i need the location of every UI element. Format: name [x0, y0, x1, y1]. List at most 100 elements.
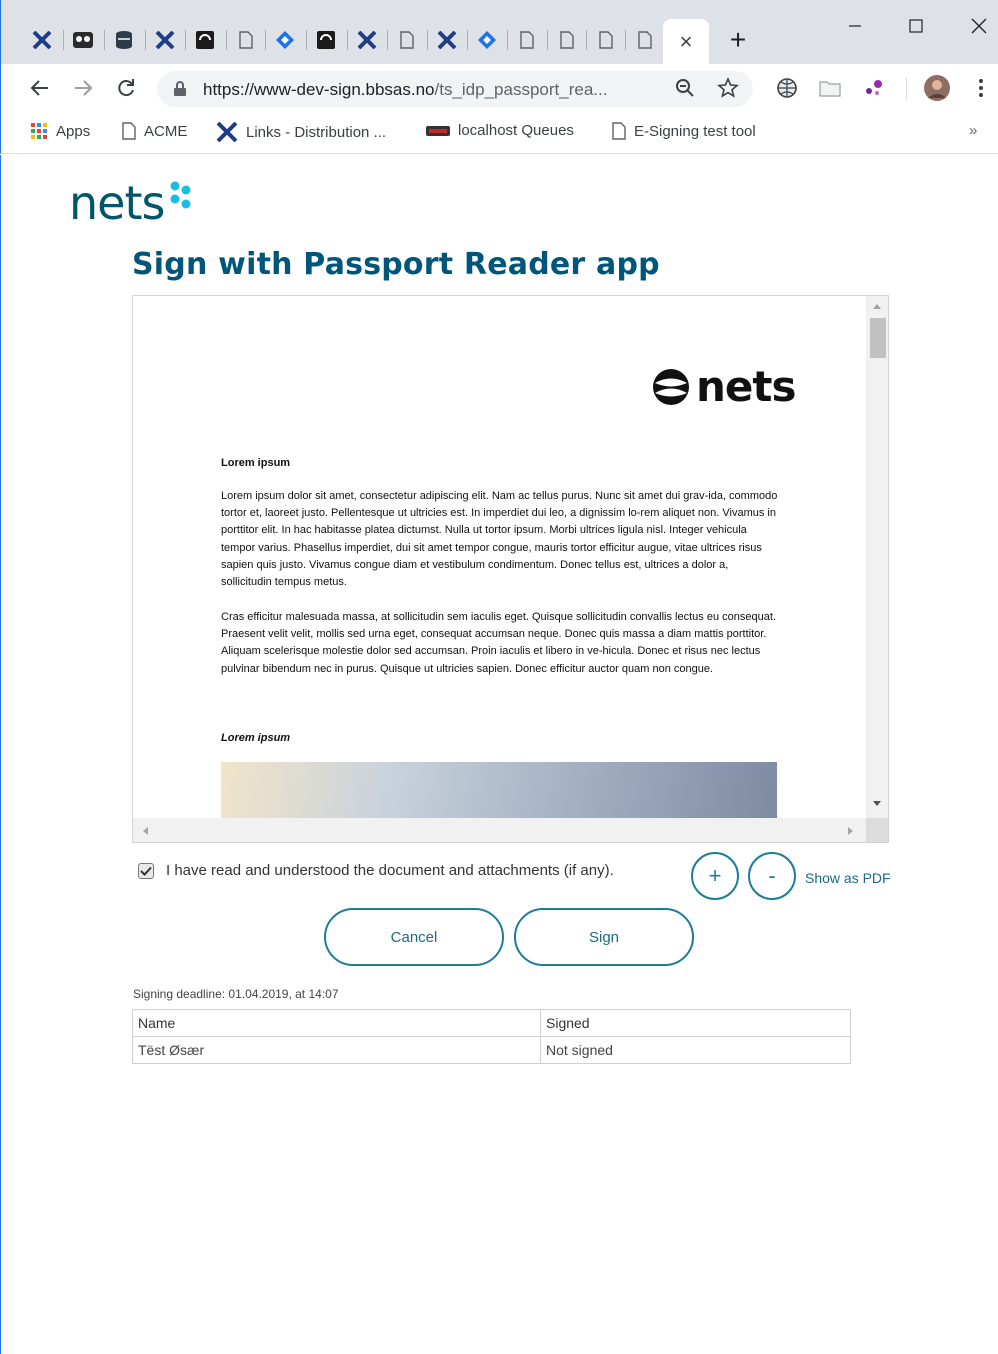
signer-name: Tëst Øsær — [132, 1036, 541, 1064]
x-logo-icon — [357, 31, 377, 49]
tab-strip: × + — [0, 0, 998, 64]
bookmarks-bar: Apps ACME Links - Distribution ... local… — [0, 112, 998, 154]
consent-checkbox[interactable] — [138, 862, 154, 879]
extension-folder[interactable] — [816, 74, 844, 102]
x-logo-icon — [437, 31, 457, 49]
tab-page-5[interactable] — [594, 27, 618, 53]
url-text[interactable]: https://www-dev-sign.bbsas.no/ts_idp_pas… — [203, 80, 607, 100]
kebab-menu-icon — [979, 79, 983, 97]
bookmark-apps[interactable]: Apps — [30, 122, 90, 140]
extension-globe[interactable] — [773, 74, 801, 102]
minimize-button[interactable] — [835, 10, 875, 42]
document-page: nets Lorem ipsum Lorem ipsum dolor sit a… — [133, 296, 866, 818]
folder-icon — [819, 81, 841, 97]
table-row: Tëst Øsær Not signed — [132, 1036, 851, 1064]
tab-page-3[interactable] — [515, 27, 539, 53]
bookmark-acme[interactable]: ACME — [122, 122, 187, 140]
star-icon — [717, 77, 739, 98]
tab-panda[interactable] — [71, 27, 95, 53]
close-icon — [971, 18, 987, 34]
panda-icon — [73, 32, 93, 48]
consent-label: I have read and understood the document … — [166, 862, 614, 879]
tab-square-dark[interactable] — [193, 27, 217, 53]
tab-x-logo-3[interactable] — [355, 27, 379, 53]
reload-button[interactable] — [112, 74, 140, 102]
document-heading-1: Lorem ipsum — [221, 457, 291, 469]
x-logo-icon — [155, 31, 175, 49]
vertical-scrollbar[interactable] — [866, 296, 888, 818]
scroll-down-icon — [873, 801, 881, 806]
arrow-right-icon — [75, 80, 93, 96]
page-icon — [560, 31, 574, 49]
signing-deadline: Signing deadline: 01.04.2019, at 14:07 — [133, 987, 339, 1001]
document-nets-logo: nets — [652, 362, 796, 411]
tab-square-dark-2[interactable] — [314, 27, 338, 53]
profile-avatar[interactable] — [923, 74, 951, 102]
x-logo-icon — [216, 122, 238, 142]
zoom-in-button[interactable]: + — [691, 852, 739, 900]
tab-page-4[interactable] — [555, 27, 579, 53]
tab-x-logo-4[interactable] — [435, 27, 459, 53]
close-window-button[interactable] — [959, 10, 998, 42]
horizontal-scrollbar[interactable] — [133, 818, 866, 842]
diamond-icon — [478, 31, 496, 49]
document-heading-2: Lorem ipsum — [221, 732, 291, 744]
bookmark-localhost-queues[interactable]: localhost Queues — [426, 122, 574, 139]
show-as-pdf-link[interactable]: Show as PDF — [805, 870, 891, 886]
zoom-icon — [676, 79, 694, 97]
page-icon — [612, 122, 626, 140]
diamond-icon — [276, 31, 294, 49]
page-content: nets Sign with Passport Reader app nets … — [0, 155, 998, 1354]
active-tab[interactable]: × — [663, 19, 709, 64]
maximize-icon — [909, 19, 923, 33]
extension-dots[interactable] — [860, 74, 888, 102]
forward-button[interactable] — [69, 74, 97, 102]
nets-logo-text: nets — [69, 176, 165, 230]
tab-page-1[interactable] — [234, 27, 258, 53]
address-bar[interactable]: https://www-dev-sign.bbsas.no/ts_idp_pas… — [157, 71, 753, 107]
tab-close-icon[interactable]: × — [680, 29, 693, 55]
browser-toolbar: https://www-dev-sign.bbsas.no/ts_idp_pas… — [0, 64, 998, 112]
arrow-left-icon — [30, 80, 48, 96]
maximize-button[interactable] — [896, 10, 936, 42]
column-header-name: Name — [132, 1009, 541, 1037]
new-tab-button[interactable]: + — [725, 26, 751, 54]
menu-button[interactable] — [967, 74, 995, 102]
bookmark-esigning-tool[interactable]: E-Signing test tool — [612, 122, 756, 140]
tab-page-6[interactable] — [633, 27, 657, 53]
tab-database[interactable] — [112, 27, 136, 53]
scroll-right-icon — [848, 827, 853, 835]
nets-swirl-icon — [653, 368, 689, 405]
page-title: Sign with Passport Reader app — [132, 247, 660, 282]
avatar-icon — [924, 75, 950, 101]
tab-x-logo[interactable] — [30, 27, 54, 53]
document-viewer[interactable]: nets Lorem ipsum Lorem ipsum dolor sit a… — [132, 295, 889, 843]
tab-diamond[interactable] — [273, 27, 297, 53]
database-icon — [116, 31, 132, 49]
bookmarks-overflow-button[interactable]: » — [969, 122, 977, 139]
back-button[interactable] — [26, 74, 54, 102]
page-icon — [520, 31, 534, 49]
nets-logo: nets — [69, 177, 194, 229]
tab-page-2[interactable] — [395, 27, 419, 53]
page-icon — [400, 31, 414, 49]
column-header-signed: Signed — [540, 1009, 851, 1037]
purple-dots-icon — [866, 80, 882, 95]
scroll-corner — [866, 818, 888, 842]
tab-diamond-2[interactable] — [475, 27, 499, 53]
dark-square-icon — [317, 31, 335, 49]
cancel-button[interactable]: Cancel — [324, 908, 504, 966]
vertical-scroll-thumb[interactable] — [870, 318, 886, 358]
globe-icon — [777, 78, 797, 98]
amq-icon — [426, 125, 450, 136]
dark-square-icon — [196, 31, 214, 49]
lock-icon — [174, 81, 186, 96]
scroll-left-icon — [143, 827, 148, 835]
minimize-icon — [849, 25, 861, 27]
signers-table: Name Signed Tëst Øsær Not signed — [132, 1009, 851, 1064]
tab-x-logo-2[interactable] — [153, 27, 177, 53]
bookmark-links-distribution[interactable]: Links - Distribution ... — [216, 122, 386, 142]
sign-button[interactable]: Sign — [514, 908, 694, 966]
signer-status: Not signed — [540, 1036, 851, 1064]
zoom-out-button[interactable]: - — [748, 852, 796, 900]
